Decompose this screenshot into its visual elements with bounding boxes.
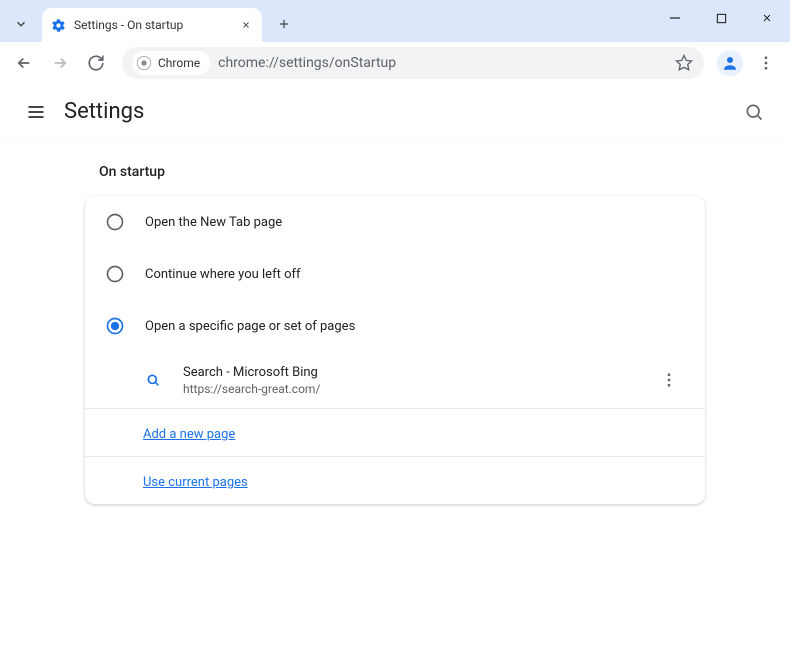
browser-titlebar: Settings - On startup bbox=[0, 0, 790, 42]
use-current-pages-link[interactable]: Use current pages bbox=[143, 475, 248, 490]
use-current-row: Use current pages bbox=[85, 457, 705, 504]
star-icon bbox=[675, 54, 693, 72]
site-chip-label: Chrome bbox=[158, 56, 200, 70]
close-icon bbox=[241, 20, 251, 30]
forward-button[interactable] bbox=[44, 47, 76, 79]
back-button[interactable] bbox=[8, 47, 40, 79]
startup-page-menu-button[interactable] bbox=[653, 364, 685, 396]
radio-label: Continue where you left off bbox=[145, 267, 301, 282]
settings-header: Settings bbox=[0, 84, 790, 140]
plus-icon bbox=[277, 17, 291, 31]
tab-search-dropdown[interactable] bbox=[6, 10, 36, 38]
search-icon bbox=[143, 370, 163, 390]
arrow-left-icon bbox=[15, 54, 33, 72]
startup-card: Open the New Tab page Continue where you… bbox=[85, 196, 705, 504]
bookmark-button[interactable] bbox=[674, 53, 694, 73]
hamburger-icon bbox=[26, 102, 46, 122]
window-controls bbox=[652, 0, 790, 36]
radio-open-new-tab[interactable]: Open the New Tab page bbox=[85, 196, 705, 248]
startup-page-row: Search - Microsoft Bing https://search-g… bbox=[85, 352, 705, 409]
radio-label: Open a specific page or set of pages bbox=[145, 319, 355, 334]
address-bar[interactable]: Chrome chrome://settings/onStartup bbox=[122, 47, 704, 79]
avatar bbox=[717, 50, 743, 76]
kebab-icon bbox=[757, 54, 775, 72]
minimize-button[interactable] bbox=[652, 0, 698, 36]
page-title: Settings bbox=[64, 99, 144, 124]
chrome-icon bbox=[136, 55, 152, 71]
kebab-icon bbox=[660, 371, 678, 389]
gear-icon bbox=[50, 17, 66, 33]
tab-title: Settings - On startup bbox=[74, 18, 238, 32]
url-text: chrome://settings/onStartup bbox=[218, 55, 674, 71]
tab-close-button[interactable] bbox=[238, 17, 254, 33]
close-window-button[interactable] bbox=[744, 0, 790, 36]
radio-icon bbox=[105, 264, 125, 284]
menu-toggle-button[interactable] bbox=[16, 92, 56, 132]
site-chip[interactable]: Chrome bbox=[132, 51, 210, 75]
person-icon bbox=[721, 54, 739, 72]
browser-toolbar: Chrome chrome://settings/onStartup bbox=[0, 42, 790, 84]
reload-button[interactable] bbox=[80, 47, 112, 79]
search-settings-button[interactable] bbox=[734, 92, 774, 132]
add-page-link[interactable]: Add a new page bbox=[143, 427, 235, 442]
profile-button[interactable] bbox=[714, 47, 746, 79]
radio-icon bbox=[105, 212, 125, 232]
radio-icon-selected bbox=[105, 316, 125, 336]
minimize-icon bbox=[669, 12, 681, 24]
close-icon bbox=[761, 12, 773, 24]
reload-icon bbox=[87, 54, 105, 72]
maximize-icon bbox=[716, 13, 727, 24]
chevron-down-icon bbox=[14, 17, 28, 31]
section-title: On startup bbox=[99, 164, 705, 180]
startup-page-title: Search - Microsoft Bing bbox=[183, 365, 653, 380]
add-page-row: Add a new page bbox=[85, 409, 705, 457]
browser-tab[interactable]: Settings - On startup bbox=[42, 8, 262, 42]
radio-specific-pages[interactable]: Open a specific page or set of pages bbox=[85, 300, 705, 352]
startup-page-url: https://search-great.com/ bbox=[183, 382, 653, 396]
browser-menu-button[interactable] bbox=[750, 47, 782, 79]
new-tab-button[interactable] bbox=[270, 10, 298, 38]
arrow-right-icon bbox=[51, 54, 69, 72]
maximize-button[interactable] bbox=[698, 0, 744, 36]
page-content: Settings On startup Open the New Tab pag… bbox=[0, 84, 790, 646]
radio-label: Open the New Tab page bbox=[145, 215, 282, 230]
radio-continue[interactable]: Continue where you left off bbox=[85, 248, 705, 300]
search-icon bbox=[744, 102, 764, 122]
